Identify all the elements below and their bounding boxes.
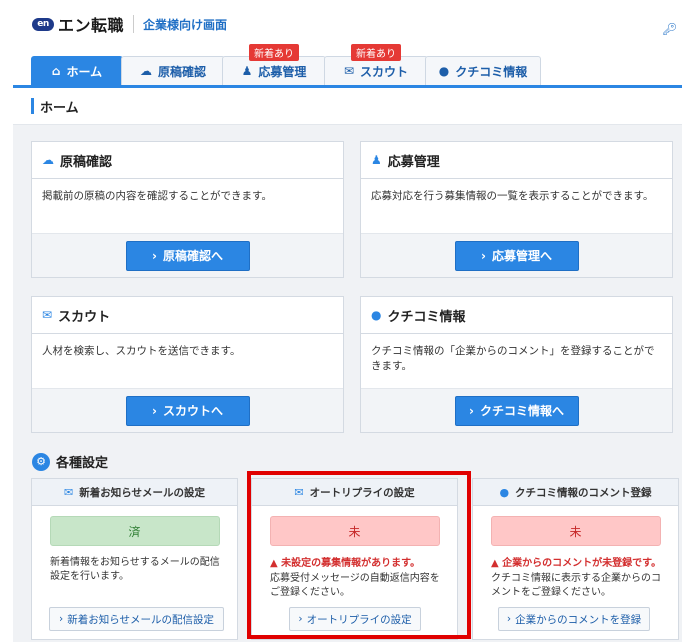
settings-heading: ⚙ 各種設定 — [32, 452, 108, 471]
chevron-right-icon: › — [152, 248, 157, 263]
status-badge: 未 — [490, 516, 661, 546]
main-tabs: ⌂ ホーム ☁ 原稿確認 新着あり ♟ 応募管理 新着あり ✉ スカウト ● クチコミ情報 — [13, 44, 682, 88]
card-applications: ♟ 応募管理 応募対応を行う募集情報の一覧を表示することができます。 › 応募管理へ — [360, 141, 673, 278]
chevron-right-icon: › — [481, 248, 486, 263]
warning-text: ▲ 企業からのコメントが未登録です。 — [491, 554, 678, 569]
scout-button[interactable]: › スカウトへ — [125, 395, 250, 426]
setting-header: ✉ 新着お知らせメールの設定 — [32, 479, 237, 506]
cloud-icon: ☁ — [42, 153, 54, 167]
warning-icon: ▲ — [491, 558, 503, 569]
setting-description: 新着情報をお知らせするメールの配信設定を行います。 — [50, 557, 220, 582]
tab-label: 原稿確認 — [157, 64, 206, 79]
highlight-box — [247, 471, 471, 639]
tab-home[interactable]: ⌂ ホーム — [31, 56, 123, 85]
card-title: 原稿確認 — [60, 154, 113, 170]
new-badge: 新着あり — [351, 44, 401, 61]
applications-button[interactable]: › 応募管理へ — [454, 240, 579, 271]
review-comment-button[interactable]: › 企業からのコメントを登録 — [498, 607, 650, 631]
title-accent-bar — [31, 98, 34, 114]
button-label: スカウトへ — [162, 404, 223, 418]
card-scout: ✉ スカウト 人材を検索し、スカウトを送信できます。 › スカウトへ — [31, 296, 344, 433]
setting-description: クチコミ情報に表示する企業からのコメントをご登録ください。 — [491, 573, 661, 598]
setting-new-mail: ✉ 新着お知らせメールの設定 済 新着情報をお知らせするメールの配信設定を行います… — [31, 478, 238, 640]
logo-text: エン転職 — [58, 16, 125, 35]
chevron-right-icon: › — [506, 613, 512, 625]
gear-icon: ⚙ — [32, 452, 50, 471]
card-title: クチコミ情報 — [387, 309, 466, 325]
card-footer: › 応募管理へ — [361, 233, 672, 277]
card-header: ♟ 応募管理 — [361, 142, 672, 179]
card-title: 応募管理 — [387, 154, 440, 170]
chat-icon: ● — [371, 308, 382, 322]
mail-icon: ✉ — [343, 64, 355, 78]
card-description: 人材を検索し、スカウトを送信できます。 — [42, 345, 241, 357]
card-description: 応募対応を行う募集情報の一覧を表示することができます。 — [371, 190, 654, 202]
tab-label: ホーム — [66, 64, 103, 79]
new-badge: 新着あり — [249, 44, 299, 61]
logo-divider — [133, 15, 135, 33]
setting-title: 新着お知らせメールの設定 — [79, 486, 205, 499]
status-badge: 済 — [49, 516, 220, 546]
tab-applications[interactable]: 新着あり ♟ 応募管理 — [222, 44, 326, 85]
logo[interactable]: en エン転職 企業様向け画面 — [32, 12, 227, 36]
chat-icon: ● — [499, 485, 510, 499]
setting-title: クチコミ情報のコメント登録 — [515, 486, 652, 499]
chevron-right-icon: › — [469, 403, 474, 418]
header: en エン転職 企業様向け画面 🔑︎ — [0, 0, 682, 52]
card-footer: › 原稿確認へ — [32, 233, 343, 277]
page-header: ホーム — [13, 89, 682, 125]
card-header: ● クチコミ情報 — [361, 297, 672, 334]
button-label: 原稿確認へ — [162, 249, 223, 263]
warning-label: 企業からのコメントが未登録です。 — [502, 558, 662, 569]
mail-icon: ✉ — [42, 308, 53, 322]
card-header: ☁ 原稿確認 — [32, 142, 343, 179]
tab-scout[interactable]: 新着あり ✉ スカウト — [324, 44, 428, 85]
setting-review-comment: ● クチコミ情報のコメント登録 未 ▲ 企業からのコメントが未登録です。 クチコミ… — [472, 478, 679, 640]
card-footer: › クチコミ情報へ — [361, 388, 672, 432]
cloud-icon: ☁ — [139, 64, 152, 78]
button-label: 企業からのコメントを登録 — [515, 613, 642, 626]
settings-title: 各種設定 — [56, 456, 109, 471]
manuscript-button[interactable]: › 原稿確認へ — [125, 240, 250, 271]
card-manuscript: ☁ 原稿確認 掲載前の原稿の内容を確認することができます。 › 原稿確認へ — [31, 141, 344, 278]
key-icon[interactable]: 🔑︎ — [662, 22, 677, 36]
new-mail-setting-button[interactable]: › 新着お知らせメールの配信設定 — [49, 607, 224, 631]
users-icon: ♟ — [371, 153, 382, 167]
card-description: クチコミ情報の「企業からのコメント」を登録することができます。 — [371, 345, 655, 372]
button-label: クチコミ情報へ — [479, 404, 564, 418]
card-header: ✉ スカウト — [32, 297, 343, 334]
card-title: スカウト — [58, 309, 111, 325]
card-reviews: ● クチコミ情報 クチコミ情報の「企業からのコメント」を登録することができます。 … — [360, 296, 673, 433]
users-icon: ♟ — [241, 64, 253, 78]
tab-label: スカウト — [360, 64, 409, 79]
chat-icon: ● — [438, 64, 450, 78]
reviews-button[interactable]: › クチコミ情報へ — [454, 395, 579, 426]
tab-label: 応募管理 — [258, 64, 307, 79]
chevron-right-icon: › — [152, 403, 157, 418]
logo-mark: en — [32, 17, 54, 31]
page-title: ホーム — [40, 101, 79, 116]
header-subtitle: 企業様向け画面 — [143, 17, 228, 32]
tab-manuscript[interactable]: ☁ 原稿確認 — [121, 56, 225, 85]
tab-reviews[interactable]: ● クチコミ情報 — [425, 56, 541, 85]
mail-icon: ✉ — [63, 485, 74, 499]
card-footer: › スカウトへ — [32, 388, 343, 432]
button-label: 新着お知らせメールの配信設定 — [67, 613, 214, 626]
chevron-right-icon: › — [59, 613, 64, 625]
card-description: 掲載前の原稿の内容を確認することができます。 — [42, 190, 272, 202]
setting-header: ● クチコミ情報のコメント登録 — [473, 479, 678, 506]
button-label: 応募管理へ — [491, 249, 552, 263]
home-icon: ⌂ — [51, 64, 61, 78]
tab-label: クチコミ情報 — [455, 64, 528, 79]
